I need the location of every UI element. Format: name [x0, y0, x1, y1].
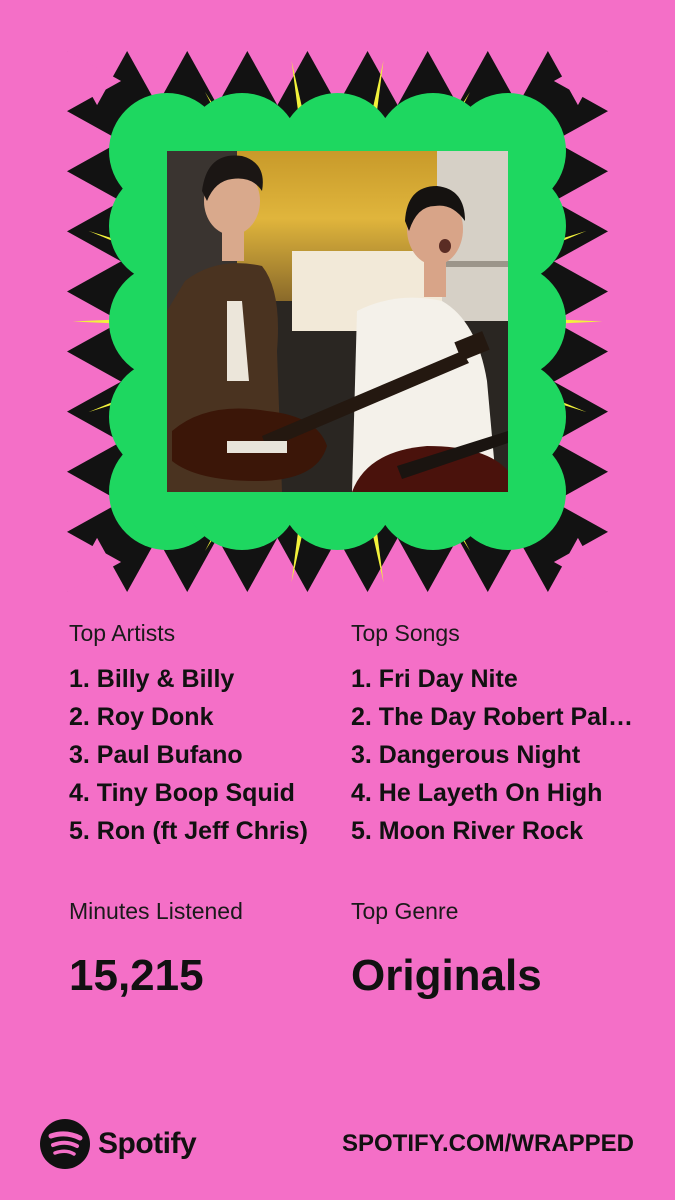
artist-photo [167, 151, 508, 492]
list-item: 2. The Day Robert Palmer Died [351, 703, 651, 731]
list-item: 1. Billy & Billy [69, 665, 235, 693]
top-songs-list: 1. Fri Day Nite 2. The Day Robert Palmer… [351, 660, 651, 850]
top-artists-label: Top Artists [69, 620, 176, 646]
list-item: 3. Dangerous Night [351, 741, 581, 769]
list-item: 3. Paul Bufano [69, 741, 243, 769]
album-artwork [67, 51, 608, 592]
top-songs-section: Top Songs [351, 620, 460, 647]
list-item: 5. Moon River Rock [351, 817, 583, 845]
wrapped-url-link[interactable]: SPOTIFY.COM/WRAPPED [342, 1130, 634, 1158]
spotify-logo[interactable]: Spotify [40, 1118, 197, 1170]
list-item: 5. Ron (ft Jeff Chris) [69, 817, 308, 845]
list-item: 4. Tiny Boop Squid [69, 779, 295, 807]
spotify-logo-icon [40, 1119, 90, 1169]
top-artists-list: 1. Billy & Billy 2. Roy Donk 3. Paul Buf… [69, 660, 344, 850]
top-songs-label: Top Songs [351, 620, 460, 646]
top-genre-value: Originals [351, 951, 542, 1000]
top-genre-label: Top Genre [351, 898, 459, 924]
top-artists-section: Top Artists [69, 620, 175, 647]
spotify-wordmark: Spotify [98, 1127, 197, 1160]
minutes-listened-value: 15,215 [69, 951, 204, 1000]
list-item: 2. Roy Donk [69, 703, 214, 731]
list-item: 4. He Layeth On High [351, 779, 603, 807]
list-item: 1. Fri Day Nite [351, 665, 518, 693]
minutes-listened-label: Minutes Listened [69, 898, 243, 924]
sunburst-frame-art [67, 51, 608, 592]
